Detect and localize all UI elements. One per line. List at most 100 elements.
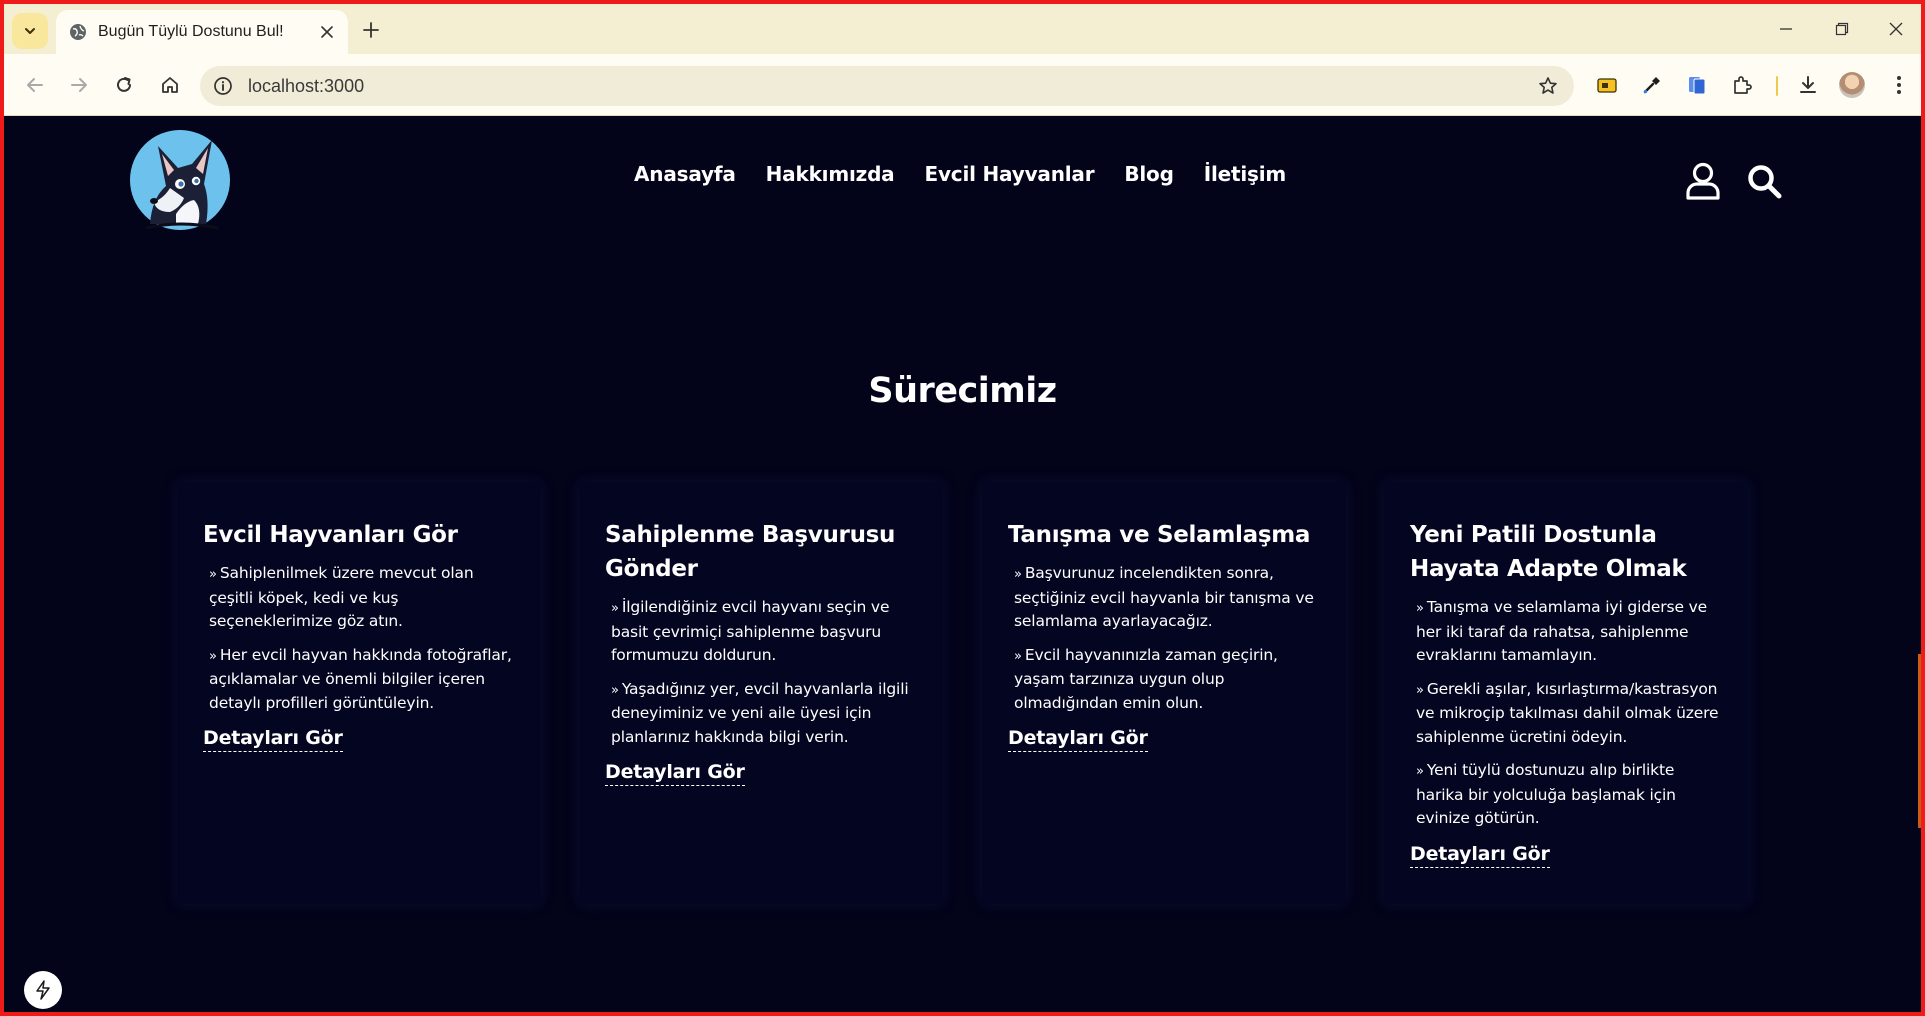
nav-home[interactable]: Anasayfa — [634, 162, 736, 186]
restore-button[interactable] — [1822, 14, 1862, 44]
nav-about[interactable]: Hakkımızda — [766, 162, 895, 186]
card-title: Sahiplenme Başvurusu Gönder — [605, 522, 896, 582]
browser-toolbar: localhost:3000 — [4, 54, 1921, 116]
extension-button-1[interactable] — [1590, 68, 1624, 102]
forward-icon — [71, 78, 87, 92]
chevron-icon: » — [1014, 567, 1022, 582]
process-card-3: Tanışma ve Selamlaşma » Başvurunuz incele… — [982, 482, 1346, 904]
back-button[interactable] — [18, 68, 52, 102]
more-menu-button[interactable] — [1882, 68, 1916, 102]
browser-window: Bugün Tüylü Dostunu Bul! localhost:3000 … — [4, 4, 1921, 1012]
reload-button[interactable] — [107, 68, 141, 102]
card-title: Evcil Hayvanları Gör — [203, 522, 458, 548]
process-card-4: Yeni Patili Dostunla Hayata Adapte Olmak… — [1384, 482, 1748, 904]
restore-icon — [1835, 22, 1849, 36]
globe-icon — [70, 24, 86, 40]
close-window-button[interactable] — [1876, 14, 1916, 44]
eyedropper-icon — [1643, 77, 1660, 94]
chevron-down-icon — [25, 28, 35, 34]
scrollbar-accent — [1918, 654, 1921, 828]
download-icon — [1800, 76, 1816, 93]
account-button[interactable] — [1682, 160, 1724, 202]
bookmark-button[interactable] — [1536, 74, 1560, 98]
process-card-1: Evcil Hayvanları Gör » Sahiplenilmek üzer… — [177, 482, 541, 904]
user-icon — [1686, 162, 1720, 200]
details-link[interactable]: Detayları Gör — [1410, 843, 1550, 868]
card-list: » Sahiplenilmek üzere mevcut olan çeşitli… — [203, 562, 515, 715]
list-item-text: Yaşadığınız yer, evcil hayvanlarla ilgil… — [611, 679, 909, 746]
details-link[interactable]: Detayları Gör — [1008, 727, 1148, 752]
extension-button-2[interactable] — [1635, 68, 1669, 102]
dev-tools-badge[interactable] — [24, 971, 62, 1009]
list-item-text: Başvurunuz incelendikten sonra, seçtiğin… — [1014, 564, 1314, 630]
more-icon — [1897, 76, 1901, 94]
list-item: » Başvurunuz incelendikten sonra, seçtiği… — [1014, 562, 1320, 634]
extension-button-3[interactable] — [1680, 68, 1714, 102]
reload-icon — [117, 77, 131, 92]
tab-close-button[interactable] — [316, 21, 338, 43]
minimize-icon — [1780, 28, 1792, 30]
chevron-icon: » — [1416, 682, 1424, 698]
details-link[interactable]: Detayları Gör — [203, 727, 343, 752]
search-button[interactable] — [1743, 160, 1785, 202]
list-item: » Her evcil hayvan hakkında fotoğraflar, … — [209, 644, 515, 716]
chevron-icon: » — [611, 682, 619, 698]
nav-pets[interactable]: Evcil Hayvanlar — [924, 162, 1094, 186]
details-link[interactable]: Detayları Gör — [605, 761, 745, 786]
card-list: » Başvurunuz incelendikten sonra, seçtiği… — [1008, 562, 1320, 715]
extension-icon — [1734, 76, 1752, 94]
nav-contact[interactable]: İletişim — [1204, 162, 1286, 186]
info-icon — [214, 77, 232, 95]
toolbar-separator — [1776, 76, 1778, 96]
site-info-button[interactable] — [212, 75, 234, 97]
list-item-text: Gerekli aşılar, kısırlaştırma/kastrasyon… — [1416, 679, 1719, 746]
list-item-text: Yeni tüylü dostunuzu alıp birlikte harik… — [1416, 761, 1676, 827]
section-title: Sürecimiz — [868, 371, 1057, 411]
list-item-text: Her evcil hayvan hakkında fotoğraflar, a… — [209, 645, 512, 712]
browser-tab-active[interactable]: Bugün Tüylü Dostunu Bul! — [56, 10, 348, 54]
folder-extension-icon — [1597, 78, 1617, 93]
chevron-icon: » — [209, 567, 217, 582]
chevron-icon: » — [1014, 648, 1022, 664]
lightning-icon — [36, 980, 50, 1000]
profile-avatar[interactable] — [1839, 72, 1865, 98]
url-text: localhost:3000 — [248, 76, 365, 96]
tab-strip: Bugün Tüylü Dostunu Bul! — [4, 4, 1921, 54]
list-item-text: Tanışma ve selamlama iyi giderse ve her … — [1416, 598, 1708, 664]
process-card-2: Sahiplenme Başvurusu Gönder » İlgilendiği… — [579, 482, 943, 904]
downloads-button[interactable] — [1791, 68, 1825, 102]
card-title: Yeni Patili Dostunla Hayata Adapte Olmak — [1410, 522, 1687, 582]
chevron-icon: » — [611, 601, 619, 616]
home-icon — [162, 77, 178, 93]
tab-title: Bugün Tüylü Dostunu Bul! — [98, 23, 284, 40]
main-nav: Anasayfa Hakkımızda Evcil Hayvanlar Blog… — [634, 162, 1286, 186]
nav-blog[interactable]: Blog — [1124, 162, 1174, 186]
close-icon — [321, 26, 333, 38]
back-icon — [27, 78, 43, 92]
home-button[interactable] — [153, 68, 187, 102]
list-item: » Evcil hayvanınızla zaman geçirin, yaşam… — [1014, 644, 1320, 716]
chevron-icon: » — [209, 648, 217, 664]
list-item-text: Sahiplenilmek üzere mevcut olan çeşitli … — [209, 564, 474, 630]
star-icon — [1539, 77, 1557, 94]
list-item: » Sahiplenilmek üzere mevcut olan çeşitli… — [209, 562, 515, 634]
list-item: » Tanışma ve selamlama iyi giderse ve her… — [1416, 596, 1722, 668]
list-item-text: Evcil hayvanınızla zaman geçirin, yaşam … — [1014, 645, 1278, 712]
list-item: » Yaşadığınız yer, evcil hayvanlarla ilgi… — [611, 678, 917, 750]
document-extension-icon — [1689, 77, 1706, 95]
tab-search-button[interactable] — [12, 13, 48, 49]
chevron-icon: » — [1416, 601, 1424, 616]
search-icon — [1748, 165, 1782, 199]
minimize-button[interactable] — [1766, 14, 1806, 44]
chevron-icon: » — [1416, 764, 1424, 779]
forward-button[interactable] — [62, 68, 96, 102]
card-list: » İlgilendiğiniz evcil hayvanı seçin ve b… — [605, 596, 917, 749]
extensions-menu-button[interactable] — [1725, 68, 1759, 102]
close-icon — [1889, 22, 1903, 36]
list-item: » İlgilendiğiniz evcil hayvanı seçin ve b… — [611, 596, 917, 668]
plus-icon — [363, 22, 379, 38]
list-item: » Yeni tüylü dostunuzu alıp birlikte hari… — [1416, 759, 1722, 831]
dog-logo[interactable] — [128, 128, 232, 232]
address-bar[interactable]: localhost:3000 — [200, 66, 1574, 106]
new-tab-button[interactable] — [356, 15, 386, 45]
